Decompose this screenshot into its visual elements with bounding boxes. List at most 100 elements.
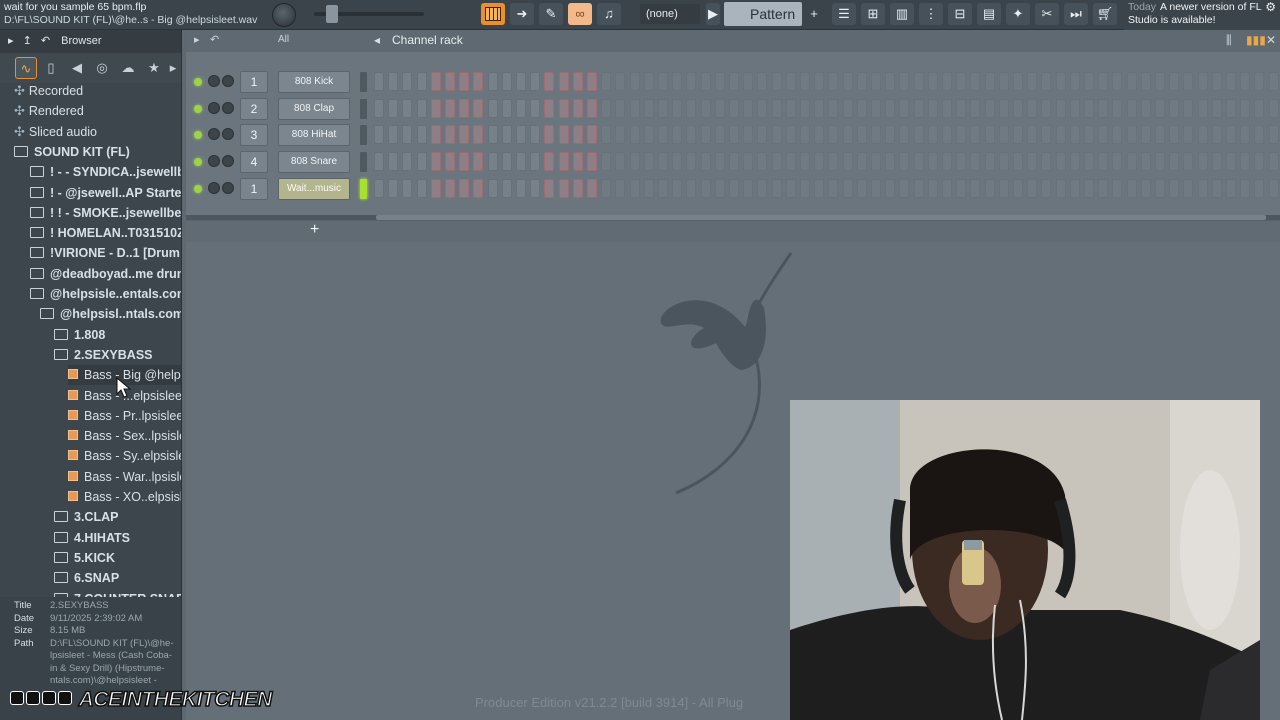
step-button[interactable] [416, 98, 427, 118]
step-button[interactable] [516, 125, 526, 145]
add-channel-button[interactable]: + [310, 221, 319, 239]
step-button[interactable] [1013, 72, 1023, 91]
step-button[interactable] [856, 152, 867, 172]
step-button[interactable] [473, 72, 484, 91]
step-button[interactable] [672, 152, 683, 172]
step-button[interactable] [459, 178, 470, 198]
step-button[interactable] [445, 152, 455, 172]
step-button[interactable] [416, 125, 427, 145]
browser-folder-item[interactable]: ✣ Recorded [14, 83, 181, 101]
channel-row[interactable]: 3 808 HiHat [194, 123, 1279, 147]
step-button[interactable] [1254, 152, 1265, 172]
step-button[interactable] [1240, 98, 1251, 118]
step-button[interactable] [1140, 152, 1151, 172]
step-button[interactable] [984, 72, 995, 91]
step-button[interactable] [757, 72, 768, 91]
project-icon[interactable]: ▤ [977, 3, 1001, 25]
channel-led[interactable] [194, 131, 202, 140]
close-icon[interactable]: ✕ [1266, 33, 1276, 47]
channel-name-button[interactable]: 808 Kick [278, 71, 350, 93]
step-button[interactable] [615, 72, 626, 91]
browser-folder-item[interactable]: ! - - SYNDICA..jsewellbeats [30, 162, 181, 182]
step-button[interactable] [1027, 178, 1038, 198]
browser-folder-item[interactable]: ! HOMELAN..T031510Z-001 [30, 223, 181, 243]
brush-icon[interactable]: ✎ [539, 3, 563, 25]
step-button[interactable] [544, 72, 555, 91]
step-button[interactable] [700, 72, 711, 91]
step-button[interactable] [1112, 72, 1123, 91]
step-button[interactable] [544, 152, 555, 172]
channel-name-button[interactable]: Wait...music [278, 177, 350, 200]
step-button[interactable] [700, 178, 711, 198]
step-button[interactable] [658, 178, 668, 198]
step-button[interactable] [956, 178, 967, 198]
step-button[interactable] [998, 178, 1009, 198]
step-button[interactable] [1112, 98, 1123, 118]
step-button[interactable] [544, 98, 555, 118]
step-button[interactable] [970, 152, 981, 172]
step-button[interactable] [814, 72, 825, 91]
step-button[interactable] [686, 98, 697, 118]
step-button[interactable] [558, 72, 569, 91]
step-button[interactable] [871, 72, 881, 91]
step-button[interactable] [629, 152, 640, 172]
step-button[interactable] [686, 125, 697, 145]
browser-folder-item[interactable]: SOUND KIT (FL) [14, 142, 181, 162]
step-button[interactable] [643, 72, 654, 91]
step-button[interactable] [1211, 178, 1222, 198]
graph-icon[interactable]: ⫼ [1226, 33, 1232, 48]
step-button[interactable] [743, 178, 754, 198]
step-button[interactable] [1126, 98, 1137, 118]
step-button[interactable] [899, 125, 910, 145]
browser-folder-item[interactable]: ✣ Rendered [14, 101, 181, 121]
step-button[interactable] [771, 98, 782, 118]
step-button[interactable] [501, 98, 512, 118]
step-button[interactable] [572, 178, 583, 198]
step-button[interactable] [828, 98, 839, 118]
step-button[interactable] [686, 178, 697, 198]
step-button[interactable] [714, 72, 725, 91]
step-button[interactable] [1027, 125, 1038, 145]
channel-volume-knob[interactable] [222, 128, 234, 141]
step-button[interactable] [558, 178, 569, 198]
browser-folder-item[interactable]: 3.CLAP [54, 507, 181, 527]
step-button[interactable] [856, 98, 867, 118]
step-button[interactable] [1098, 125, 1109, 145]
step-button[interactable] [374, 72, 384, 91]
step-button[interactable] [601, 125, 612, 145]
add-pattern-button[interactable]: + [806, 3, 822, 25]
step-button[interactable] [558, 152, 569, 172]
channel-pan-knob[interactable] [208, 75, 220, 87]
browser-folder-item[interactable]: !VIRIONE - D..1 [Drum Kit] [30, 243, 181, 263]
step-button[interactable] [501, 178, 512, 198]
step-button[interactable] [1055, 152, 1066, 172]
step-button[interactable] [530, 125, 541, 145]
step-button[interactable] [757, 178, 768, 198]
step-button[interactable] [643, 98, 654, 118]
step-button[interactable] [445, 125, 455, 145]
step-button[interactable] [615, 98, 626, 118]
step-button[interactable] [530, 98, 541, 118]
step-button[interactable] [686, 72, 697, 91]
step-button[interactable] [785, 178, 796, 198]
step-button[interactable] [942, 98, 952, 118]
cloud-icon[interactable]: ☁ [117, 57, 139, 79]
step-button[interactable] [1112, 125, 1123, 145]
step-button[interactable] [658, 152, 668, 172]
rack-options-icon[interactable]: ◂ [374, 33, 380, 47]
browser-folder-item[interactable]: ✣ Sliced audio [14, 122, 181, 142]
step-button[interactable] [771, 152, 782, 172]
step-button[interactable] [516, 98, 526, 118]
step-button[interactable] [700, 152, 711, 172]
channel-row[interactable]: 1 Wait...music [194, 177, 1279, 201]
step-button[interactable] [927, 98, 938, 118]
step-button[interactable] [544, 178, 555, 198]
step-button[interactable] [998, 152, 1009, 172]
step-button[interactable] [374, 125, 384, 145]
step-button[interactable] [1268, 98, 1279, 118]
step-button[interactable] [1197, 125, 1208, 145]
step-button[interactable] [899, 152, 910, 172]
back-icon[interactable]: ↶ [41, 35, 50, 47]
step-button[interactable] [1126, 152, 1137, 172]
step-button[interactable] [629, 125, 640, 145]
